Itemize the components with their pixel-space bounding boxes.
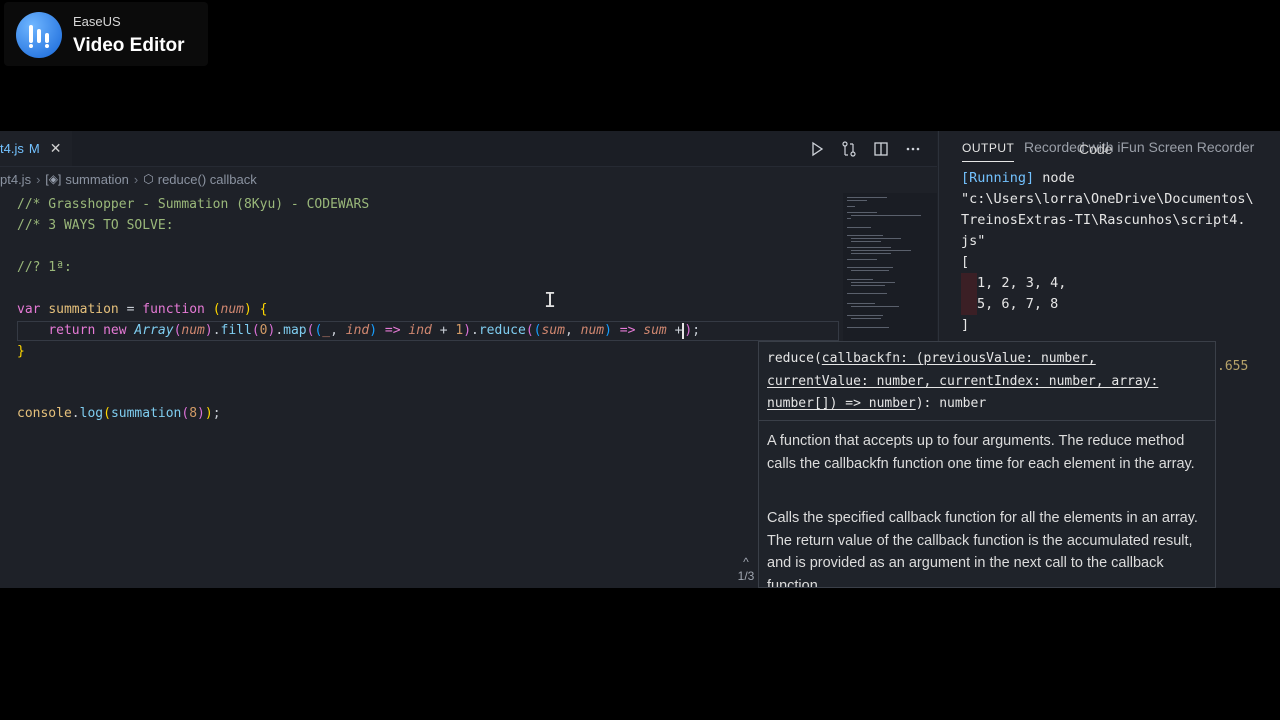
code-token: function (142, 302, 205, 317)
code-token: => (619, 323, 636, 338)
code-token: 8 (189, 406, 198, 421)
code-token: ind (345, 323, 370, 338)
tab-filename: t4.js (0, 141, 24, 156)
compare-changes-icon[interactable] (839, 139, 859, 159)
output-header: OUTPUT Recorded with iFun Screen Recorde… (939, 131, 1280, 166)
code-token: ind (408, 323, 432, 338)
code-token: sum (643, 323, 667, 338)
chevron-up-icon[interactable]: ^ (732, 555, 760, 569)
output-line: TreinosExtras-TI\Rascunhos\script4. (961, 212, 1246, 228)
code-token: => (384, 323, 401, 338)
code-token: _ (322, 323, 331, 338)
code-token: fill (220, 323, 252, 338)
signature-name: reduce( (767, 351, 822, 366)
tab-output[interactable]: OUTPUT (962, 141, 1015, 162)
tab-script4[interactable]: t4.js M ✕ (0, 131, 72, 166)
code-token: var (17, 302, 41, 317)
code-line-8: } (17, 344, 25, 359)
code-token: map (283, 323, 307, 338)
code-token: summation (48, 302, 119, 317)
signature-param: currentValue: number, currentIndex: numb… (767, 373, 1159, 389)
code-token: summation (110, 406, 182, 421)
code-token: = (118, 302, 143, 317)
code-token: new (103, 323, 127, 338)
code-token: 0 (259, 323, 268, 338)
hover-tooltip: reduce(callbackfn: (previousValue: numbe… (758, 341, 1216, 588)
code-editor[interactable]: //* Grasshopper - Summation (8Kyu) - COD… (0, 193, 840, 588)
code-token: + (674, 323, 683, 338)
close-icon[interactable]: ✕ (50, 140, 62, 157)
code-token: num (181, 323, 205, 338)
output-values: 1, 2, 3, 4, (977, 275, 1067, 291)
output-partial-text: .655 (1217, 359, 1249, 374)
breadcrumb-symbol-callback[interactable]: reduce() callback (158, 172, 257, 187)
breadcrumb-file[interactable]: pt4.js (0, 172, 31, 187)
output-values: 5, 6, 7, 8 (977, 296, 1059, 312)
output-line: ] (961, 317, 970, 333)
output-log: [Running] node "c:\Users\lorra\OneDrive\… (961, 168, 1254, 336)
more-actions-icon[interactable] (903, 139, 923, 159)
easeus-logo-icon (16, 12, 62, 58)
signature-param: callbackfn: (previousValue: number, (821, 351, 1096, 366)
breadcrumb: pt4.js › [◈] summation › ⬡ reduce() call… (0, 168, 840, 190)
code-line-7: return new Array(num).fill(0).map((_, in… (48, 322, 701, 339)
output-channel-select[interactable]: Code (1079, 141, 1112, 157)
hover-description-1: A function that accepts up to four argum… (767, 433, 1195, 472)
watermark: EaseUS Video Editor (4, 2, 208, 66)
code-token: sum (541, 323, 565, 338)
code-token: num (220, 302, 245, 317)
code-token: return (48, 323, 96, 338)
breadcrumb-separator: › (133, 171, 139, 187)
code-token: num (580, 323, 605, 338)
output-line: 1, 2, 3, 4, (961, 273, 1254, 294)
code-line-11: console.log(summation(8)); (17, 406, 221, 421)
signature-param: number[]) => number (767, 396, 916, 411)
hover-divider (759, 420, 1215, 421)
output-line: js" (961, 233, 986, 249)
code-token: log (79, 406, 104, 421)
code-line-2: //* 3 WAYS TO SOLVE: (17, 218, 174, 233)
output-line: [ (961, 254, 970, 270)
recorder-watermark: Recorded with iFun Screen Recorder (1024, 139, 1255, 155)
minimap[interactable] (843, 193, 937, 343)
tab-bar: t4.js M ✕ (0, 131, 937, 167)
code-token: + (439, 323, 448, 338)
symbol-method-icon: ⬡ (143, 172, 154, 186)
mouse-ibeam-cursor: I (544, 288, 557, 312)
code-token: console (17, 406, 72, 421)
code-token: Array (134, 323, 174, 338)
breadcrumb-symbol-summation[interactable]: summation (65, 172, 129, 187)
code-token: reduce (478, 323, 526, 338)
code-line-4: //? 1ª: (17, 260, 72, 275)
watermark-brand: EaseUS (73, 14, 121, 29)
overload-count: 1/3 (737, 569, 755, 583)
code-line-1: //* Grasshopper - Summation (8Kyu) - COD… (17, 197, 370, 212)
editor-actions (807, 131, 923, 166)
hover-description-2: Calls the specified callback function fo… (767, 510, 1198, 588)
split-editor-icon[interactable] (871, 139, 891, 159)
watermark-product: Video Editor (73, 35, 185, 56)
signature-return: ): number (915, 396, 987, 411)
output-line: "c:\Users\lorra\OneDrive\Documentos\ (961, 191, 1254, 207)
running-label: [Running] (961, 170, 1035, 186)
output-line: [Running] node (961, 168, 1254, 189)
run-icon[interactable] (807, 139, 827, 159)
output-line: 5, 6, 7, 8 (961, 294, 1254, 315)
symbol-variable-icon: [◈] (45, 172, 62, 186)
code-line-6: var summation = function (num) { (17, 302, 268, 317)
overload-navigator[interactable]: ^ 1/3 (732, 555, 760, 583)
breadcrumb-separator: › (36, 171, 41, 187)
output-command: node (1042, 170, 1075, 186)
tab-modified-badge: M (28, 141, 40, 156)
hover-signature: reduce(callbackfn: (previousValue: numbe… (767, 348, 1207, 416)
